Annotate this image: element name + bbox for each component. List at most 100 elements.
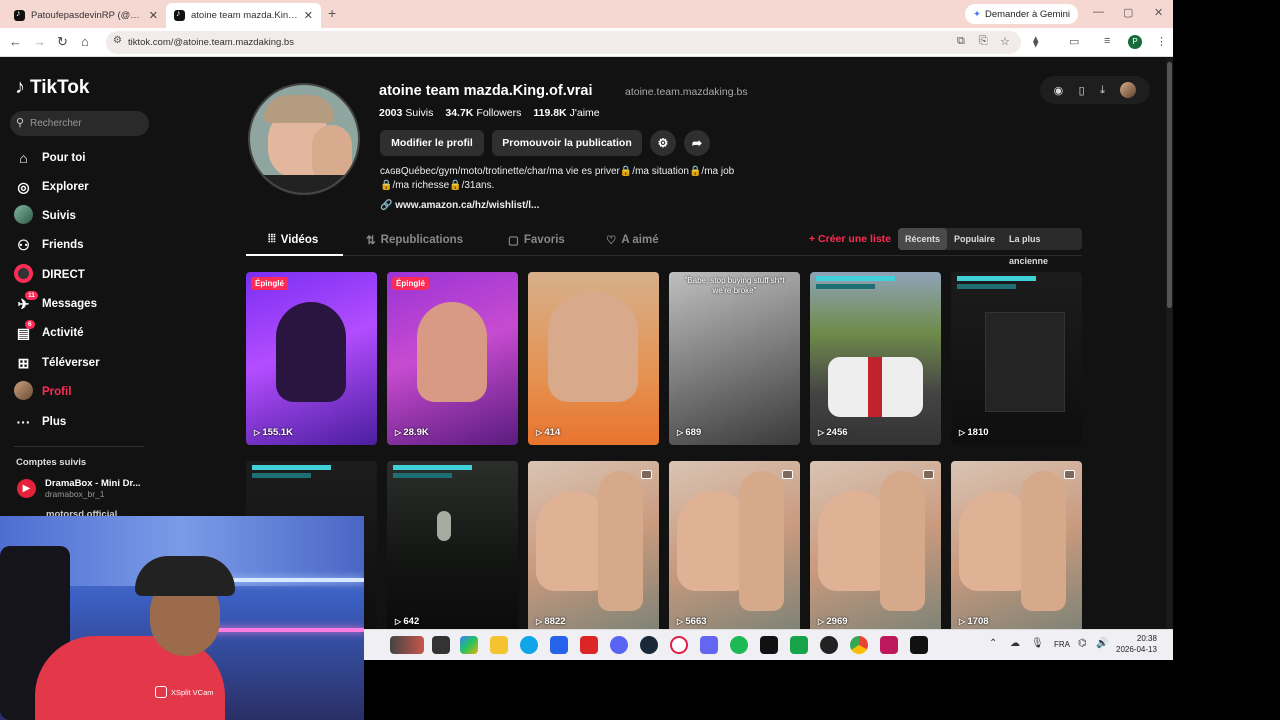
close-tab-icon[interactable]: ✕ [149, 9, 158, 22]
video-card[interactable]: 8822 [528, 461, 659, 634]
address-bar[interactable]: ⚙ tiktok.com/@atoine.team.mazdaking.bs [106, 31, 1021, 54]
tab-videos[interactable]: ⦙⦙⦙ Vidéos [268, 233, 318, 246]
promote-post-button[interactable]: Promouvoir la publication [492, 130, 642, 156]
browser-tab-1[interactable]: PatoufepasdevinRP (@patoufe) ✕ [6, 3, 166, 28]
sidebar-item-label: Téléverser [42, 357, 100, 369]
store-icon[interactable] [550, 636, 568, 654]
sidebar-item-explore[interactable]: ◎ Explorer [14, 176, 88, 198]
sidebar-item-live[interactable]: DIRECT [14, 264, 85, 286]
close-tab-icon[interactable]: ✕ [304, 9, 313, 22]
tab-favorites[interactable]: ▢ Favoris [508, 233, 565, 247]
profile-avatar-large[interactable] [248, 83, 360, 195]
spotify-icon[interactable] [730, 636, 748, 654]
browser-tab-2[interactable]: atoine team mazda.King.of.vrai ✕ [166, 3, 321, 28]
share-icon[interactable]: ➦ [684, 130, 710, 156]
sidebar-item-more[interactable]: ··· Plus [14, 411, 67, 433]
video-card[interactable]: 2456 [810, 272, 941, 445]
app-green-icon[interactable] [790, 636, 808, 654]
edge-icon[interactable] [520, 636, 538, 654]
tab-liked[interactable]: ♡ A aimé [606, 233, 659, 247]
video-card[interactable]: 414 [528, 272, 659, 445]
taskbar-preview-icon[interactable] [390, 636, 424, 654]
translate-icon[interactable]: ⧉ [957, 35, 965, 48]
browser-tab-label: atoine team mazda.King.of.vrai [191, 10, 298, 21]
app-arc-icon[interactable] [700, 636, 718, 654]
keyboard-language[interactable]: FRA [1054, 640, 1070, 649]
edit-profile-button[interactable]: Modifier le profil [380, 130, 484, 156]
sort-oldest[interactable]: La plus ancienne [1002, 228, 1082, 266]
split-view-icon[interactable]: ▭ [1069, 35, 1079, 48]
coin-icon[interactable]: ◉ [1054, 84, 1064, 97]
network-icon[interactable]: ⌬ [1078, 638, 1087, 649]
followed-account-dramabox[interactable]: ▶ DramaBox - Mini Dr... dramabox_br_1 [17, 478, 141, 499]
page-scrollbar[interactable] [1166, 58, 1173, 660]
app-pink-icon[interactable] [880, 636, 898, 654]
logo-text: TikTok [30, 76, 90, 98]
reload-icon[interactable]: ↻ [57, 34, 68, 50]
video-card[interactable]: Épinglé 155.1K [246, 272, 377, 445]
volume-icon[interactable]: 🔊 [1096, 638, 1108, 649]
video-card[interactable]: 1708 [951, 461, 1082, 634]
home-icon[interactable]: ⌂ [81, 34, 89, 49]
scrollbar-thumb[interactable] [1167, 62, 1172, 308]
app-red-icon[interactable] [580, 636, 598, 654]
sidebar-item-activity[interactable]: ▤ 6 Activité [14, 319, 84, 344]
sort-recent[interactable]: Récents [898, 228, 948, 250]
video-card[interactable]: 2969 [810, 461, 941, 634]
sidebar-item-messages[interactable]: ✈ 11 Messages [14, 290, 97, 315]
extensions-icon[interactable]: ⧫ [1033, 35, 1038, 48]
video-card[interactable]: 642 [387, 461, 518, 634]
tab-reposts[interactable]: ⇅ Republications [366, 233, 463, 247]
sidebar-item-label: Activité [42, 327, 84, 339]
following-stat[interactable]: 2003 Suivis [379, 107, 433, 119]
menu-kebab-icon[interactable]: ⋮ [1156, 35, 1167, 48]
profile-link[interactable]: 🔗 www.amazon.ca/hz/wishlist/l... [380, 200, 539, 211]
create-list-button[interactable]: + Créer une liste [809, 233, 891, 245]
back-icon[interactable]: ← [9, 34, 22, 49]
tiktok-logo[interactable]: ♪ TikTok [15, 76, 89, 99]
video-caption: "Babe, stop buying stuff sh*t we're brok… [684, 276, 785, 295]
video-card[interactable]: Épinglé 28.9K [387, 272, 518, 445]
xsplit-label: XSplit VCam [171, 687, 214, 697]
sidebar-item-for-you[interactable]: ⌂ Pour toi [14, 147, 85, 169]
minimize-icon[interactable]: — [1093, 6, 1104, 18]
sidebar-item-friends[interactable]: ⚇ Friends [14, 234, 83, 256]
gemini-button[interactable]: ✦ Demander à Gemini [965, 4, 1078, 24]
device-icon[interactable]: ▯ [1079, 84, 1085, 97]
new-tab-icon[interactable]: + [328, 5, 336, 21]
media-controls-icon[interactable]: ≡ [1104, 35, 1110, 47]
download-icon[interactable]: ⤓ [1100, 84, 1105, 97]
forward-icon[interactable]: → [33, 34, 46, 49]
site-info-icon[interactable]: ⚙ [113, 35, 122, 46]
settings-gear-icon[interactable]: ⚙ [650, 130, 676, 156]
tray-app-icon[interactable]: ☁ [1010, 638, 1020, 649]
task-view-icon[interactable] [432, 636, 450, 654]
file-explorer-icon[interactable] [490, 636, 508, 654]
video-card[interactable]: 5663 [669, 461, 800, 634]
search-input[interactable]: ⚲ Rechercher [10, 111, 149, 136]
video-card[interactable]: "Babe, stop buying stuff sh*t we're brok… [669, 272, 800, 445]
video-card[interactable]: 1810 [951, 272, 1082, 445]
install-icon[interactable]: ⎘ [979, 35, 988, 48]
steam-icon[interactable] [640, 636, 658, 654]
taskbar-clock[interactable]: 20:38 2026-04-13 [1116, 633, 1157, 655]
discord-icon[interactable] [610, 636, 628, 654]
followers-stat[interactable]: 34.7K Followers [445, 107, 521, 119]
sidebar-item-profile[interactable]: Profil [14, 381, 71, 403]
app-dark-icon[interactable] [760, 636, 778, 654]
close-window-icon[interactable]: ✕ [1154, 6, 1163, 19]
browser-profile-avatar[interactable]: P [1128, 35, 1142, 49]
bookmark-star-icon[interactable]: ☆ [1000, 35, 1010, 48]
tiktok-app-icon[interactable] [910, 636, 928, 654]
sidebar-item-following[interactable]: Suivis [14, 205, 76, 227]
sidebar-item-upload[interactable]: ⊞ Téléverser [14, 352, 100, 374]
obs-icon[interactable] [820, 636, 838, 654]
chrome-icon[interactable] [850, 636, 868, 654]
account-avatar[interactable] [1120, 82, 1137, 98]
microphone-icon[interactable]: 🎙 [1031, 638, 1044, 649]
opera-icon[interactable] [670, 636, 688, 654]
maximize-icon[interactable]: ▢ [1123, 6, 1133, 19]
sort-popular[interactable]: Populaire [947, 228, 1002, 250]
widgets-icon[interactable] [460, 636, 478, 654]
tray-chevron-icon[interactable]: ⌃ [989, 638, 997, 649]
